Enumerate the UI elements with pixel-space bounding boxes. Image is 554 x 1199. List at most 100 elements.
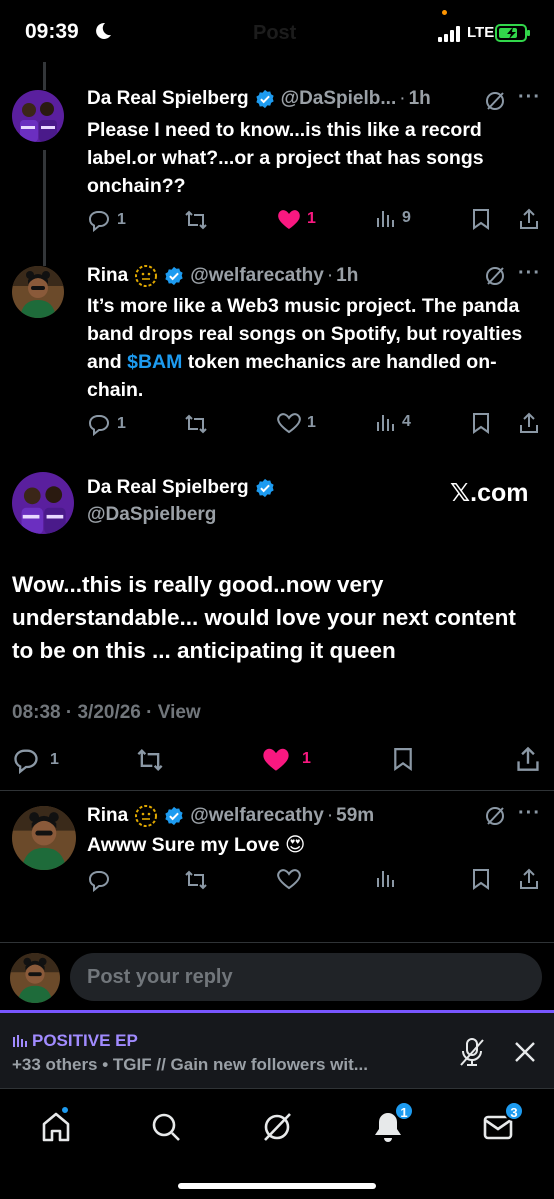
like-button[interactable]: 1 (277, 208, 316, 230)
share-button[interactable] (518, 868, 540, 890)
share-icon (517, 746, 539, 771)
views-button[interactable]: 9 (376, 208, 411, 228)
repost-icon (137, 749, 163, 771)
avatar[interactable] (12, 806, 76, 870)
author-name[interactable]: Da Real Spielberg (87, 88, 249, 110)
bookmark-button[interactable] (471, 208, 491, 230)
verified-icon (165, 266, 183, 286)
share-icon (520, 412, 538, 433)
post-meta[interactable]: 08:38 · 3/20/26 · View (12, 702, 201, 724)
search-icon (152, 1113, 180, 1141)
reply-button[interactable] (87, 868, 111, 892)
reply-icon (14, 749, 38, 774)
view-count: 4 (402, 413, 411, 430)
views-button[interactable]: 4 (376, 412, 411, 432)
share-button[interactable] (518, 412, 540, 434)
cashtag-link[interactable]: $BAM (127, 351, 182, 373)
ghost-title: Post (253, 22, 297, 44)
views-icon (377, 211, 394, 227)
repost-icon (185, 414, 207, 434)
separator: · (326, 265, 334, 286)
repost-button[interactable] (183, 412, 209, 436)
author-name[interactable]: Rina (87, 265, 128, 287)
network-label: LTE (467, 24, 495, 41)
avatar[interactable] (12, 90, 64, 142)
grok-icon[interactable] (484, 90, 506, 112)
nav-grok[interactable] (257, 1107, 297, 1147)
grok-icon[interactable] (484, 265, 506, 287)
repost-button[interactable] (134, 746, 166, 774)
reply-button[interactable]: 1 (87, 208, 126, 232)
repost-icon (185, 210, 207, 230)
bookmark-icon (473, 413, 489, 434)
reply-composer: Post your reply (0, 942, 554, 1010)
author-handle[interactable]: @welfarecathy (190, 265, 324, 287)
reply-icon (89, 211, 109, 232)
avatar[interactable] (12, 472, 74, 534)
heart-filled-icon (263, 748, 289, 771)
nav-home[interactable] (36, 1105, 76, 1147)
battery-icon (495, 24, 530, 42)
space-banner[interactable]: POSITIVE EP +33 others • TGIF // Gain ne… (0, 1010, 554, 1088)
grok-icon[interactable] (484, 805, 506, 827)
like-count: 1 (307, 210, 316, 227)
share-button[interactable] (515, 746, 541, 772)
author-name[interactable]: Rina (87, 805, 128, 827)
home-unread-dot (60, 1105, 70, 1115)
repost-button[interactable] (183, 868, 209, 892)
heart-icon (277, 413, 301, 434)
reply-count: 1 (50, 751, 59, 768)
like-count: 1 (302, 750, 311, 767)
reply-icon (89, 415, 109, 436)
author-name[interactable]: Da Real Spielberg (87, 477, 249, 499)
nav-search[interactable] (146, 1107, 186, 1147)
author-handle[interactable]: @DaSpielberg (87, 504, 216, 526)
nav-messages[interactable]: 3 (478, 1101, 524, 1147)
author-handle[interactable]: @DaSpielb... (281, 88, 397, 110)
more-icon[interactable]: ··· (518, 86, 541, 109)
verified-icon (255, 89, 274, 109)
like-button[interactable]: 1 (277, 412, 316, 434)
home-indicator[interactable] (178, 1183, 376, 1189)
thread-line (43, 62, 46, 90)
view-count: 9 (402, 209, 411, 226)
bookmark-button[interactable] (471, 412, 491, 434)
share-button[interactable] (518, 208, 540, 230)
more-icon[interactable]: ··· (518, 802, 541, 825)
verified-icon (165, 806, 183, 826)
thread-line (43, 150, 46, 266)
close-icon[interactable] (514, 1041, 536, 1063)
more-icon[interactable]: ··· (518, 262, 541, 285)
watermark-text: 𝕏.com (450, 479, 529, 507)
bookmark-button[interactable] (392, 746, 414, 772)
space-title: POSITIVE EP (32, 1031, 138, 1050)
separator: · (326, 805, 334, 826)
messages-badge: 3 (504, 1101, 524, 1121)
reply-button[interactable]: 1 (87, 412, 126, 436)
my-avatar[interactable] (10, 953, 60, 1003)
reply-input[interactable]: Post your reply (70, 953, 542, 1001)
space-subtitle: +33 others • TGIF // Gain new followers … (12, 1055, 368, 1074)
moon-icon (96, 22, 112, 45)
post-text: It’s more like a Web3 music project. The… (87, 292, 537, 404)
reply-button[interactable]: 1 (12, 746, 59, 774)
mic-off-icon[interactable] (458, 1037, 486, 1067)
status-bar: 09:39 Post LTE (0, 0, 554, 62)
views-icon (377, 871, 394, 887)
bookmark-icon (473, 209, 489, 230)
reply-count: 1 (117, 211, 126, 228)
signal-icon (438, 26, 460, 42)
repost-button[interactable] (183, 208, 209, 232)
nav-notifications[interactable]: 1 (368, 1101, 414, 1147)
post-time[interactable]: 1h (409, 88, 431, 110)
bookmark-icon (394, 748, 412, 772)
bookmark-button[interactable] (471, 868, 491, 890)
like-button[interactable] (277, 868, 301, 890)
like-button[interactable]: 1 (262, 746, 311, 772)
avatar[interactable] (12, 266, 64, 318)
post-time[interactable]: 59m (336, 805, 374, 827)
post-time[interactable]: 1h (336, 265, 358, 287)
author-handle[interactable]: @welfarecathy (190, 805, 324, 827)
share-icon (520, 208, 538, 229)
views-button[interactable] (376, 868, 396, 888)
